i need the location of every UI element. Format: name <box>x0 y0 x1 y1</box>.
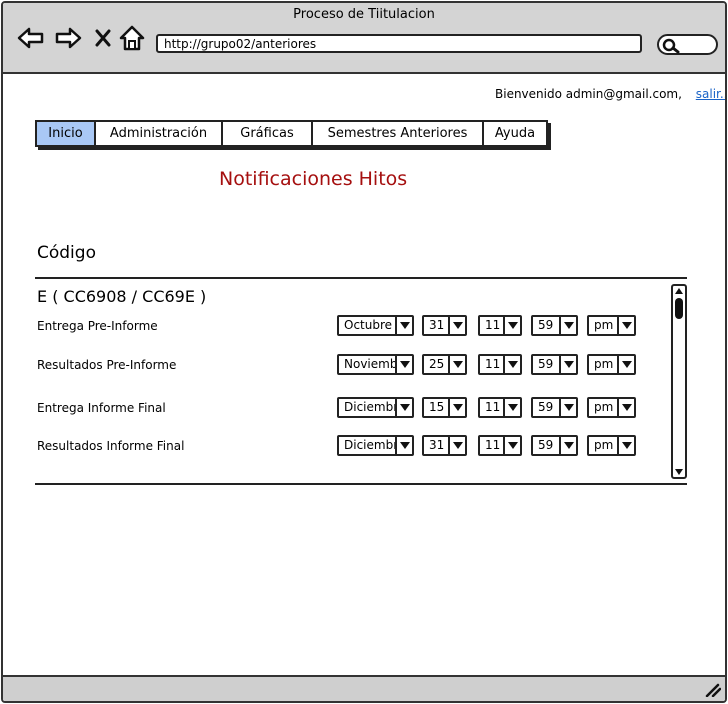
milestone-label: Entrega Informe Final <box>37 401 166 415</box>
day-select[interactable]: 15 <box>422 397 467 418</box>
page-title: Notificaciones Hitos <box>219 168 408 190</box>
hour-select[interactable]: 11 <box>478 435 522 456</box>
hour-value: 11 <box>485 357 501 371</box>
day-value: 31 <box>429 438 445 452</box>
search-box[interactable] <box>657 34 718 55</box>
chevron-down-icon[interactable] <box>503 356 520 373</box>
forward-arrow-icon[interactable] <box>54 27 82 49</box>
logout-link[interactable]: salir... <box>696 87 725 101</box>
search-icon <box>662 38 680 54</box>
minute-value: 59 <box>538 438 554 452</box>
chevron-down-icon[interactable] <box>503 317 520 334</box>
day-value: 15 <box>429 400 445 414</box>
scroll-up-icon[interactable] <box>674 287 684 295</box>
chevron-down-icon[interactable] <box>559 437 576 454</box>
chevron-down-icon[interactable] <box>503 399 520 416</box>
welcome-bar: Bienvenido admin@gmail.com, salir... <box>495 87 725 101</box>
url-text: http://grupo02/anteriores <box>164 37 317 51</box>
tab-semestres-anteriores[interactable]: Semestres Anteriores <box>313 122 484 145</box>
window-title: Proceso de Tiitulacion <box>293 7 435 22</box>
hour-select[interactable]: 11 <box>478 397 522 418</box>
chevron-down-icon[interactable] <box>448 356 465 373</box>
minute-select[interactable]: 59 <box>531 397 578 418</box>
tab-inicio[interactable]: Inicio <box>37 122 96 145</box>
ampm-value: pm <box>594 357 614 371</box>
chevron-down-icon[interactable] <box>448 317 465 334</box>
scrollbar-thumb[interactable] <box>675 298 683 319</box>
panel-top-divider <box>35 277 687 279</box>
day-value: 31 <box>429 318 445 332</box>
ampm-select[interactable]: pm <box>587 397 636 418</box>
scroll-down-icon[interactable] <box>674 468 684 476</box>
milestone-label: Resultados Pre-Informe <box>37 358 177 372</box>
milestone-label: Entrega Pre-Informe <box>37 319 158 333</box>
day-select[interactable]: 31 <box>422 315 467 336</box>
ampm-select[interactable]: pm <box>587 315 636 336</box>
month-value: Octubre <box>344 318 393 332</box>
close-icon[interactable] <box>93 27 113 49</box>
title-bar: Proceso de Tiitulacion http://grupo02/an… <box>3 3 725 74</box>
address-bar[interactable]: http://grupo02/anteriores <box>156 34 642 53</box>
chevron-down-icon[interactable] <box>617 356 634 373</box>
chevron-down-icon[interactable] <box>559 317 576 334</box>
hour-value: 11 <box>485 438 501 452</box>
minute-select[interactable]: 59 <box>531 435 578 456</box>
vertical-scrollbar[interactable] <box>671 284 687 479</box>
code-label: Código <box>37 243 96 263</box>
chevron-down-icon[interactable] <box>395 317 412 334</box>
home-icon[interactable] <box>119 25 145 51</box>
chevron-down-icon[interactable] <box>617 437 634 454</box>
minute-value: 59 <box>538 400 554 414</box>
course-group-title: E ( CC6908 / CC69E ) <box>37 287 207 306</box>
ampm-value: pm <box>594 400 614 414</box>
status-bar <box>3 675 725 701</box>
ampm-value: pm <box>594 318 614 332</box>
panel-bottom-divider <box>35 483 687 485</box>
hour-select[interactable]: 11 <box>478 354 522 375</box>
chevron-down-icon[interactable] <box>559 356 576 373</box>
tab-administracion[interactable]: Administración <box>96 122 223 145</box>
chevron-down-icon[interactable] <box>559 399 576 416</box>
month-select[interactable]: Noviembre <box>337 354 414 375</box>
minute-value: 59 <box>538 318 554 332</box>
chevron-down-icon[interactable] <box>395 437 412 454</box>
ampm-select[interactable]: pm <box>587 354 636 375</box>
month-select[interactable]: Diciembre <box>337 435 414 456</box>
back-arrow-icon[interactable] <box>17 27 45 49</box>
chevron-down-icon[interactable] <box>448 437 465 454</box>
minute-select[interactable]: 59 <box>531 354 578 375</box>
browser-window: Proceso de Tiitulacion http://grupo02/an… <box>1 1 727 703</box>
day-value: 25 <box>429 357 445 371</box>
hour-value: 11 <box>485 400 501 414</box>
minute-value: 59 <box>538 357 554 371</box>
chevron-down-icon[interactable] <box>395 356 412 373</box>
hour-select[interactable]: 11 <box>478 315 522 336</box>
chevron-down-icon[interactable] <box>395 399 412 416</box>
day-select[interactable]: 25 <box>422 354 467 375</box>
tab-ayuda[interactable]: Ayuda <box>484 122 546 145</box>
ampm-value: pm <box>594 438 614 452</box>
minute-select[interactable]: 59 <box>531 315 578 336</box>
tab-graficas[interactable]: Gráficas <box>223 122 313 145</box>
month-select[interactable]: Diciembre <box>337 397 414 418</box>
ampm-select[interactable]: pm <box>587 435 636 456</box>
resize-grip-icon[interactable] <box>705 683 721 697</box>
main-nav-tabs: Inicio Administración Gráficas Semestres… <box>35 120 548 147</box>
month-select[interactable]: Octubre <box>337 315 414 336</box>
chevron-down-icon[interactable] <box>503 437 520 454</box>
chevron-down-icon[interactable] <box>617 317 634 334</box>
day-select[interactable]: 31 <box>422 435 467 456</box>
chevron-down-icon[interactable] <box>617 399 634 416</box>
hour-value: 11 <box>485 318 501 332</box>
milestone-label: Resultados Informe Final <box>37 439 185 453</box>
chevron-down-icon[interactable] <box>448 399 465 416</box>
welcome-text: Bienvenido admin@gmail.com, <box>495 87 682 101</box>
